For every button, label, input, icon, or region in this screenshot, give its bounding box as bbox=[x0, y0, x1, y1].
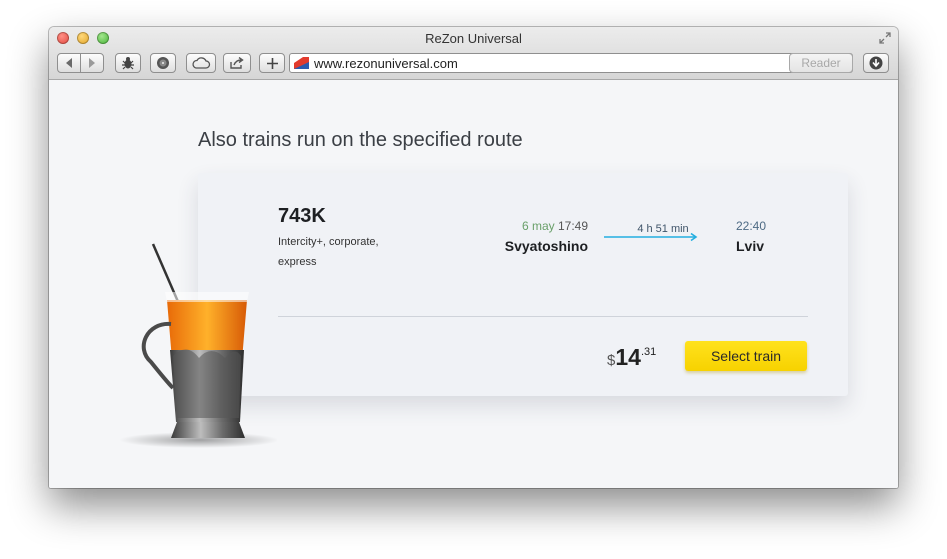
fullscreen-icon[interactable] bbox=[878, 31, 892, 45]
train-card: 743K Intercity+, corporate, express 6 ma… bbox=[198, 173, 848, 396]
forward-icon bbox=[89, 58, 95, 68]
download-icon bbox=[869, 56, 883, 70]
departure-datetime: 6 may 17:49 bbox=[522, 219, 588, 233]
departure-time: 17:49 bbox=[557, 219, 588, 233]
disc-button[interactable] bbox=[150, 53, 176, 73]
ticket-price: $14.31 bbox=[607, 344, 656, 371]
arrival-station: Lviv bbox=[736, 238, 765, 254]
window-title: ReZon Universal bbox=[425, 31, 522, 46]
back-button[interactable] bbox=[57, 53, 81, 73]
reader-button[interactable]: Reader bbox=[789, 53, 853, 73]
browser-toolbar: ReZon Universal www.rezonuniversal.com R… bbox=[49, 27, 898, 80]
forward-button[interactable] bbox=[80, 53, 104, 73]
select-train-button[interactable]: Select train bbox=[685, 341, 807, 371]
route-arrow-icon bbox=[604, 232, 698, 242]
site-favicon-icon bbox=[294, 57, 309, 69]
address-bar[interactable]: www.rezonuniversal.com bbox=[289, 53, 853, 73]
train-type-line2: express bbox=[278, 256, 317, 268]
departure-station: Svyatoshino bbox=[504, 238, 588, 254]
url-text[interactable]: www.rezonuniversal.com bbox=[314, 56, 458, 71]
page-content: Also trains run on the specified route 7… bbox=[49, 80, 898, 488]
tea-glass-illustration bbox=[119, 243, 277, 448]
bug-button[interactable] bbox=[115, 53, 141, 73]
downloads-button[interactable] bbox=[863, 53, 889, 73]
price-main: 14 bbox=[615, 344, 641, 370]
share-icon bbox=[230, 57, 244, 69]
price-cents: .31 bbox=[640, 346, 657, 358]
share-button[interactable] bbox=[223, 53, 251, 73]
bug-icon bbox=[122, 57, 134, 70]
disc-icon bbox=[157, 57, 169, 69]
section-title: Also trains run on the specified route bbox=[198, 129, 523, 151]
browser-window: ReZon Universal www.rezonuniversal.com R… bbox=[49, 27, 898, 488]
train-number: 743K bbox=[278, 205, 326, 227]
plus-icon bbox=[266, 57, 278, 69]
card-divider bbox=[278, 316, 808, 317]
new-tab-button[interactable] bbox=[259, 53, 285, 73]
icloud-button[interactable] bbox=[186, 53, 216, 73]
train-type: Intercity+, corporate, express bbox=[278, 232, 398, 272]
train-type-line1: Intercity+, corporate, bbox=[278, 236, 379, 248]
back-icon bbox=[66, 58, 72, 68]
departure-date: 6 may bbox=[521, 219, 555, 233]
cloud-icon bbox=[192, 57, 211, 69]
arrival-time: 22:40 bbox=[736, 219, 767, 233]
